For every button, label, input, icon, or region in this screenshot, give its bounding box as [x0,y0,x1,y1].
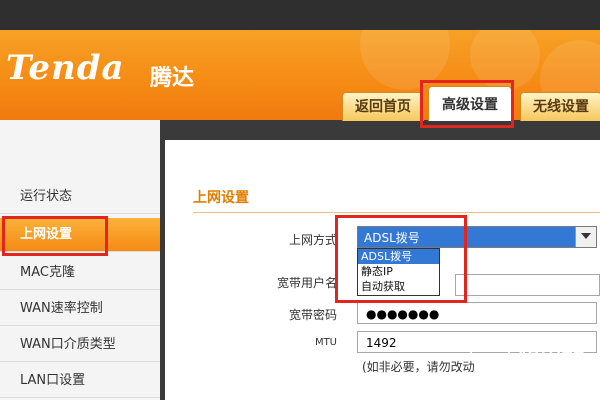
mtu-hint: (如非必要，请勿改动 [362,360,475,374]
sidebar: 运行状态 上网设置 MAC克隆 WAN速率控制 WAN口介质类型 LAN口设置 [0,120,160,400]
username-input[interactable] [455,274,600,296]
highlight-internet-item [2,216,108,256]
section-divider [193,212,600,213]
password-label: 宽带密码 [288,308,337,322]
section-title: 上网设置 [193,190,249,206]
sidebar-item-lan[interactable]: LAN口设置 [0,364,160,398]
tab-wireless[interactable]: 无线设置 [520,92,600,121]
tenda-logo: Tenda [6,48,125,88]
watermark: 路由器 luyouqi.com [470,330,595,385]
highlight-advanced-tab [420,80,514,128]
router-logo-icon [470,332,510,372]
username-label: 宽带用户名 [276,276,337,290]
chevron-down-icon[interactable] [575,227,596,247]
sidebar-item-status[interactable]: 运行状态 [0,180,160,214]
tab-home[interactable]: 返回首页 [342,92,424,121]
sidebar-item-wan-speed[interactable]: WAN速率控制 [0,292,160,326]
password-input[interactable]: ●●●●●●● [357,302,597,324]
mode-label: 上网方式 [288,233,337,247]
sidebar-item-mac-clone[interactable]: MAC克隆 [0,256,160,290]
watermark-subtitle: luyouqi.com [522,362,590,375]
tenda-logo-cn: 腾达 [150,66,195,91]
highlight-mode-select [335,215,467,303]
mtu-label: MTU [314,337,337,348]
sidebar-item-wan-media[interactable]: WAN口介质类型 [0,328,160,362]
watermark-title: 路由器 [518,338,585,363]
window-top-bar [0,0,600,30]
